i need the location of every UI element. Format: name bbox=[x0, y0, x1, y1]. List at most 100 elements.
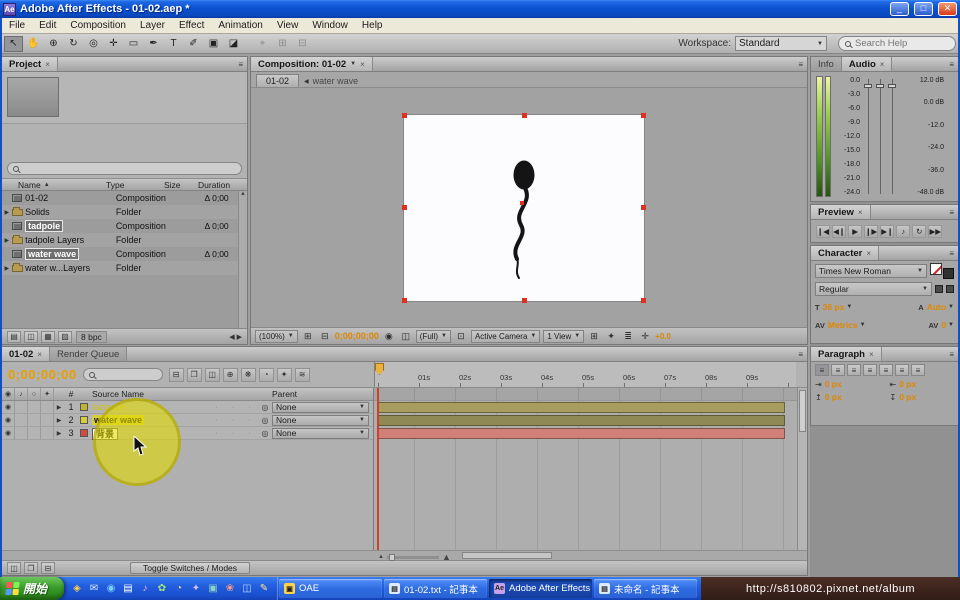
quicklaunch-app1-icon[interactable]: ▣ bbox=[205, 581, 221, 597]
layer-switches[interactable]: ··· bbox=[208, 430, 258, 437]
previous-frame-button[interactable]: ◀❙ bbox=[832, 225, 846, 238]
project-search-field[interactable] bbox=[7, 162, 242, 175]
project-search-input[interactable] bbox=[22, 164, 236, 174]
type-tool[interactable]: T bbox=[164, 36, 183, 52]
rotation-tool[interactable]: ↻ bbox=[64, 36, 83, 52]
visibility-toggle[interactable]: ◉ bbox=[2, 427, 15, 439]
layer-duration-bar[interactable] bbox=[377, 428, 785, 439]
quicklaunch-mail-icon[interactable]: ✉ bbox=[86, 581, 102, 597]
column-type[interactable]: Type bbox=[106, 180, 164, 190]
track-area[interactable] bbox=[374, 388, 797, 550]
brainstorm-icon[interactable]: ✦ bbox=[277, 368, 292, 382]
indent-left-field[interactable]: ⇥0 px bbox=[815, 379, 880, 389]
solo-toggle[interactable] bbox=[28, 401, 41, 413]
workspace-select[interactable]: Standard ▼ bbox=[735, 36, 827, 51]
column-duration[interactable]: Duration bbox=[198, 180, 244, 190]
project-row[interactable]: ▶ water w...Layers Folder bbox=[2, 261, 247, 275]
layer-row[interactable]: ◉ ▶ 2 water wave ··· ◎ None▼ bbox=[2, 414, 373, 427]
play-button[interactable]: ▶ bbox=[848, 225, 862, 238]
taskbar-task-oae[interactable]: ▣ OAE bbox=[279, 579, 382, 598]
region-of-interest-icon[interactable]: ⊡ bbox=[454, 330, 468, 343]
current-time-indicator[interactable] bbox=[375, 363, 384, 375]
project-item-name[interactable]: tadpole bbox=[25, 220, 63, 232]
comp-mini-flowchart-icon[interactable]: ⊟ bbox=[169, 368, 184, 382]
panel-menu-icon[interactable]: ≡ bbox=[945, 249, 958, 258]
menu-file[interactable]: File bbox=[2, 19, 32, 32]
visibility-toggle[interactable]: ◉ bbox=[2, 401, 15, 413]
pixel-aspect-icon[interactable]: ⊞ bbox=[587, 330, 601, 343]
grid-options-icon[interactable]: ⊞ bbox=[301, 330, 315, 343]
tab-info[interactable]: Info bbox=[811, 57, 842, 71]
quicklaunch-notes-icon[interactable]: ✎ bbox=[256, 581, 272, 597]
font-size-select[interactable]: 36 px ▼ bbox=[823, 302, 853, 312]
zoom-out-icon[interactable]: ▲ bbox=[378, 554, 384, 560]
close-tab-icon[interactable]: × bbox=[360, 60, 365, 69]
expander-icon[interactable]: ▶ bbox=[2, 209, 12, 216]
composition-viewer[interactable] bbox=[251, 88, 807, 327]
quicklaunch-app3-icon[interactable]: ◫ bbox=[239, 581, 255, 597]
minimize-button[interactable]: _ bbox=[890, 2, 909, 16]
menu-effect[interactable]: Effect bbox=[172, 19, 211, 32]
quicklaunch-media-icon[interactable]: ♪ bbox=[137, 581, 153, 597]
next-frame-button[interactable]: ❙▶ bbox=[864, 225, 878, 238]
layer-switches[interactable]: ··· bbox=[208, 417, 258, 424]
lock-toggle[interactable] bbox=[41, 401, 54, 413]
comp-nav-crumb[interactable]: ◀ water wave bbox=[304, 76, 358, 87]
tab-composition[interactable]: Composition: 01-02 ▼ × bbox=[251, 57, 373, 71]
selection-handle[interactable] bbox=[402, 113, 407, 118]
tab-timeline-comp[interactable]: 01-02 × bbox=[2, 347, 50, 361]
column-name[interactable]: Name ▲ bbox=[2, 180, 106, 190]
panel-menu-icon[interactable]: ≡ bbox=[945, 208, 958, 217]
vscroll-thumb[interactable] bbox=[799, 390, 806, 432]
expander-icon[interactable]: ▶ bbox=[2, 265, 12, 272]
mask-shape-tool[interactable]: ▭ bbox=[124, 36, 143, 52]
close-tab-icon[interactable]: × bbox=[869, 350, 874, 359]
align-right-button[interactable]: ≡ bbox=[847, 364, 861, 376]
hscroll-thumb[interactable] bbox=[462, 552, 552, 559]
start-button[interactable]: 開始 bbox=[0, 577, 64, 600]
fill-color-chip[interactable] bbox=[930, 263, 942, 275]
layer-row[interactable]: ◉ ▶ 1 tadpole ··· ◎ None▼ bbox=[2, 401, 373, 414]
project-item-name[interactable]: Solids bbox=[25, 207, 105, 217]
space-after-field[interactable]: ↧0 px bbox=[890, 392, 955, 402]
project-scrollbar[interactable]: ▲ bbox=[238, 191, 247, 328]
fast-preview-icon[interactable]: ✦ bbox=[604, 330, 618, 343]
tab-render-queue[interactable]: Render Queue bbox=[50, 347, 127, 361]
project-hscroll[interactable]: ◀ ▶ bbox=[229, 333, 242, 341]
first-frame-button[interactable]: ❙◀ bbox=[816, 225, 830, 238]
expand-transfer-controls-icon[interactable]: ❒ bbox=[24, 562, 38, 574]
fader-knob-master[interactable] bbox=[876, 84, 884, 88]
pickwhip-icon[interactable]: ◎ bbox=[258, 429, 272, 438]
parent-select[interactable]: None▼ bbox=[272, 415, 369, 426]
toggle-switches-modes-button[interactable]: Toggle Switches / Modes bbox=[130, 562, 250, 574]
project-row[interactable]: water wave Composition Δ 0;00 bbox=[2, 247, 247, 261]
current-time-display[interactable]: 0;00;00;00 bbox=[8, 367, 77, 382]
audio-toggle-button[interactable]: ♪ bbox=[896, 225, 910, 238]
project-item-name[interactable]: tadpole Layers bbox=[25, 235, 105, 245]
current-time-indicator-line[interactable] bbox=[377, 388, 379, 550]
mask-visibility-icon[interactable]: ⊟ bbox=[318, 330, 332, 343]
time-ruler[interactable]: 01s02s03s04s05s06s07s08s09s bbox=[374, 362, 796, 387]
layer-label-swatch[interactable] bbox=[80, 416, 88, 424]
indent-right-field[interactable]: ⇤0 px bbox=[890, 379, 955, 389]
zoom-knob[interactable] bbox=[389, 554, 395, 561]
justify-last-right-button[interactable]: ≡ bbox=[895, 364, 909, 376]
quicklaunch-documents-icon[interactable]: ▤ bbox=[120, 581, 136, 597]
timeline-zoom-slider[interactable]: ▲ ▲ bbox=[378, 552, 451, 562]
menu-animation[interactable]: Animation bbox=[211, 19, 269, 32]
exposure-value[interactable]: +0.0 bbox=[655, 332, 671, 341]
project-row[interactable]: 01-02 Composition Δ 0;00 bbox=[2, 191, 247, 205]
show-snapshot-icon[interactable]: ◫ bbox=[399, 330, 413, 343]
layer-row[interactable]: ◉ ▶ 3 背景 ··· ◎ None▼ bbox=[2, 427, 373, 440]
menu-window[interactable]: Window bbox=[305, 19, 355, 32]
quicklaunch-star-icon[interactable]: ✦ bbox=[188, 581, 204, 597]
zoom-track[interactable] bbox=[387, 556, 439, 559]
zoom-in-icon[interactable]: ▲ bbox=[442, 552, 451, 562]
expander-icon[interactable]: ▶ bbox=[2, 237, 12, 244]
quicklaunch-clock-icon[interactable]: ◔ bbox=[171, 581, 187, 597]
visibility-toggle[interactable]: ◉ bbox=[2, 414, 15, 426]
layer-label-swatch[interactable] bbox=[80, 403, 88, 411]
maximize-button[interactable]: □ bbox=[914, 2, 933, 16]
taskbar-task-01-02-txt-[interactable]: ▤ 01-02.txt - 記事本 bbox=[384, 579, 487, 598]
comp-current-time[interactable]: 0;00;00;00 bbox=[335, 331, 379, 341]
